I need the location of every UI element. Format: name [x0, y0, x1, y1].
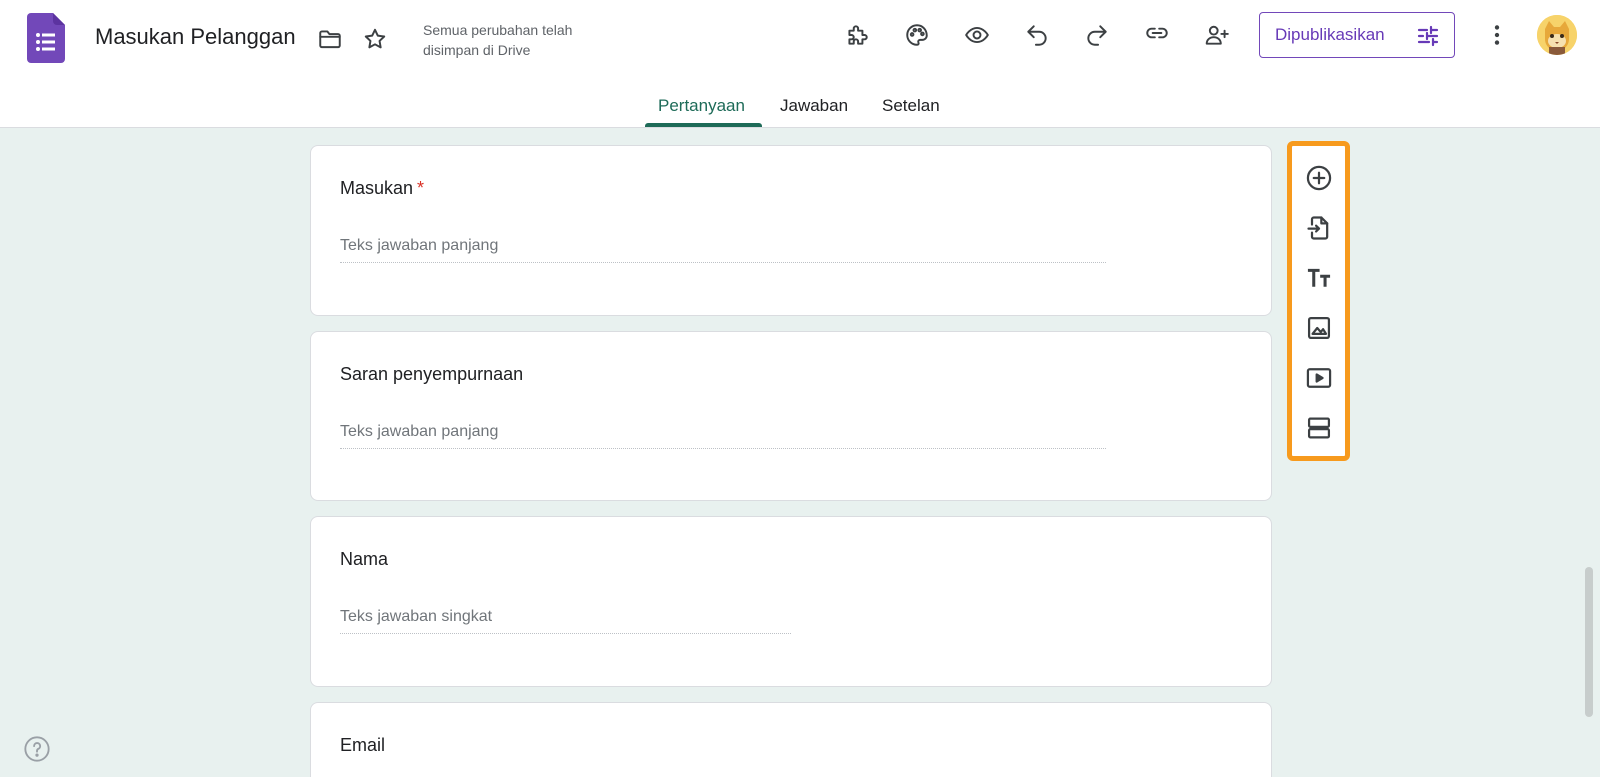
addons-icon[interactable] [837, 15, 877, 55]
user-avatar[interactable] [1537, 15, 1577, 55]
question-card-name[interactable]: Nama Teks jawaban singkat [310, 516, 1272, 687]
long-answer-placeholder: Teks jawaban panjang [340, 237, 1106, 263]
long-answer-placeholder: Teks jawaban panjang [340, 423, 1106, 449]
add-image-icon[interactable] [1300, 309, 1338, 347]
add-question-icon[interactable] [1300, 159, 1338, 197]
tab-bar: Pertanyaan Jawaban Setelan [0, 88, 1600, 128]
add-video-icon[interactable] [1300, 359, 1338, 397]
app-header: Masukan Pelanggan Semua perubahan telah … [0, 0, 1600, 128]
question-title: Masukan * [340, 178, 424, 199]
forms-logo-icon[interactable] [27, 13, 65, 63]
tune-icon [1417, 25, 1439, 47]
star-icon[interactable] [355, 19, 395, 59]
tab-settings[interactable]: Setelan [882, 96, 940, 116]
question-title: Saran penyempurnaan [340, 364, 524, 384]
more-options-icon[interactable] [1477, 15, 1517, 55]
palette-icon[interactable] [897, 15, 937, 55]
question-title-text: Masukan [340, 178, 414, 198]
preview-eye-icon[interactable] [957, 15, 997, 55]
help-icon[interactable] [23, 735, 51, 763]
question-card-email[interactable]: Email [310, 702, 1272, 777]
publish-button[interactable]: Dipublikasikan [1259, 12, 1455, 58]
undo-icon[interactable] [1017, 15, 1057, 55]
save-status: Semua perubahan telah disimpan di Drive [423, 20, 613, 60]
save-status-line2: disimpan di Drive [423, 42, 531, 58]
question-title: Nama [340, 549, 389, 569]
add-section-icon[interactable] [1300, 409, 1338, 447]
tab-questions[interactable]: Pertanyaan [658, 96, 745, 116]
document-title[interactable]: Masukan Pelanggan [95, 24, 296, 50]
question-title: Email [340, 735, 386, 755]
save-status-line1: Semua perubahan telah [423, 22, 573, 38]
publish-button-label: Dipublikasikan [1275, 25, 1385, 44]
add-collaborator-icon[interactable] [1197, 15, 1237, 55]
redo-icon[interactable] [1077, 15, 1117, 55]
add-title-icon[interactable] [1300, 259, 1338, 297]
active-tab-indicator [645, 123, 762, 127]
required-asterisk: * [417, 178, 425, 198]
vertical-scrollbar[interactable] [1585, 567, 1593, 717]
short-answer-placeholder: Teks jawaban singkat [340, 608, 791, 634]
floating-toolbar [1287, 141, 1350, 461]
move-to-folder-icon[interactable] [310, 19, 350, 59]
import-questions-icon[interactable] [1300, 209, 1338, 247]
question-card-feedback[interactable]: Masukan * Teks jawaban panjang [310, 145, 1272, 316]
question-card-suggestions[interactable]: Saran penyempurnaan Teks jawaban panjang [310, 331, 1272, 501]
tab-responses[interactable]: Jawaban [780, 96, 848, 116]
link-icon[interactable] [1137, 13, 1177, 53]
